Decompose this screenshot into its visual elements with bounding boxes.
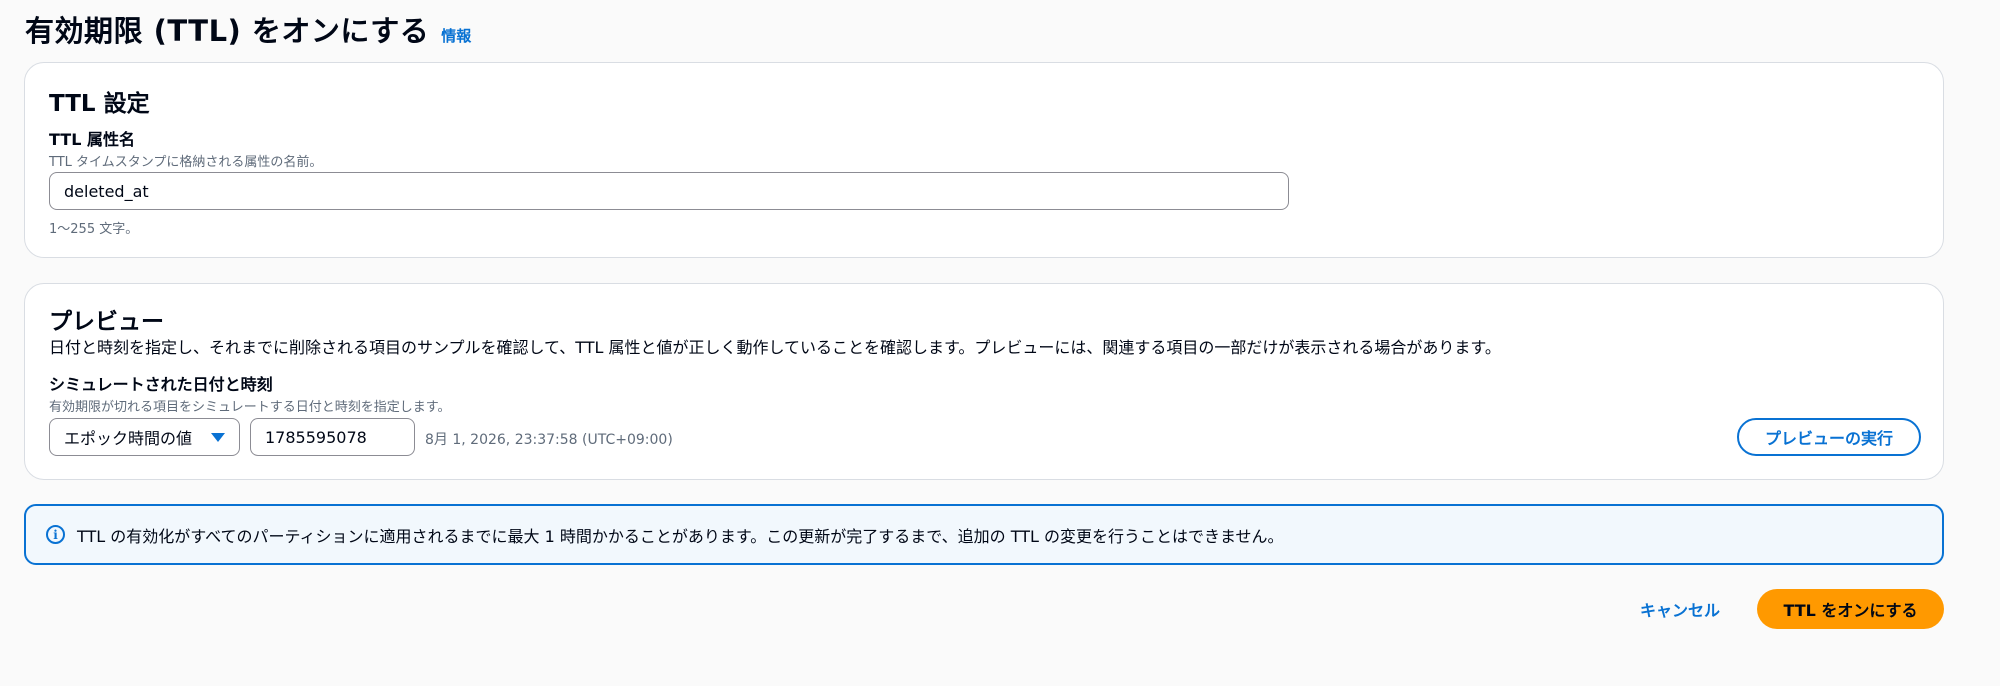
simulated-datetime-label: シミュレートされた日付と時刻 <box>49 375 273 394</box>
ttl-attribute-label: TTL 属性名 <box>49 130 135 149</box>
cancel-button[interactable]: キャンセル <box>1625 590 1735 628</box>
caret-down-icon <box>211 432 225 442</box>
info-icon: i <box>46 525 65 544</box>
page: 有効期限 (TTL) をオンにする 情報 TTL 設定 TTL 属性名 TTL … <box>0 0 2000 686</box>
preview-description: 日付と時刻を指定し、それまでに削除される項目のサンプルを確認して、TTL 属性と… <box>49 338 1501 357</box>
ttl-attribute-input[interactable] <box>49 172 1289 210</box>
ttl-attribute-description: TTL タイムスタンプに格納される属性の名前。 <box>49 155 323 170</box>
time-format-value: エポック時間の値 <box>64 429 193 448</box>
ttl-settings-heading: TTL 設定 <box>49 91 150 117</box>
run-preview-button[interactable]: プレビューの実行 <box>1737 418 1921 456</box>
preview-card: プレビュー 日付と時刻を指定し、それまでに削除される項目のサンプルを確認して、T… <box>24 283 1944 480</box>
epoch-value-input[interactable] <box>250 418 415 456</box>
ttl-attribute-constraint: 1〜255 文字。 <box>49 222 139 237</box>
info-link[interactable]: 情報 <box>441 25 471 46</box>
page-title: 有効期限 (TTL) をオンにする <box>25 14 430 48</box>
converted-date-readout: 8月 1, 2026, 23:37:58 (UTC+09:00) <box>425 432 673 448</box>
time-format-select[interactable]: エポック時間の値 <box>49 418 240 456</box>
info-alert: i TTL の有効化がすべてのパーティションに適用されるまでに最大 1 時間かか… <box>24 504 1944 565</box>
turn-on-ttl-button[interactable]: TTL をオンにする <box>1757 589 1944 629</box>
preview-heading: プレビュー <box>49 309 164 335</box>
ttl-settings-card: TTL 設定 TTL 属性名 TTL タイムスタンプに格納される属性の名前。 1… <box>24 62 1944 258</box>
title-row: 有効期限 (TTL) をオンにする 情報 <box>25 8 471 50</box>
simulated-datetime-description: 有効期限が切れる項目をシミュレートする日付と時刻を指定します。 <box>49 400 451 415</box>
info-alert-text: TTL の有効化がすべてのパーティションに適用されるまでに最大 1 時間かかるこ… <box>77 526 1284 546</box>
